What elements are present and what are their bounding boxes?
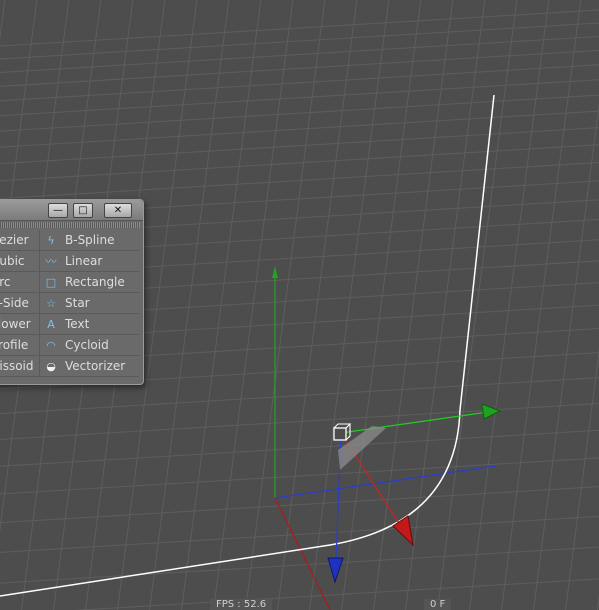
tool-text[interactable]: A Text	[40, 314, 139, 334]
palette-row: Flower A Text	[0, 314, 139, 335]
tool-profile[interactable]: Profile	[0, 335, 40, 355]
palette-row: Cubic 〰 Linear	[0, 251, 139, 272]
tool-label: Bezier	[0, 233, 29, 247]
rectangle-icon: □	[45, 275, 57, 289]
linear-icon: 〰	[45, 254, 57, 268]
spline-tool-grid: Bezier ϟ B-Spline Cubic 〰 Linear Arc □ Rectangle…	[0, 230, 139, 377]
tool-vectorizer[interactable]: ◒ Vectorizer	[40, 356, 139, 376]
text-icon: A	[47, 317, 55, 331]
tool-label: Star	[65, 296, 90, 310]
grid-line	[0, 429, 599, 467]
fps-readout: FPS : 52.6	[210, 599, 273, 610]
tool-b-spline[interactable]: ϟ B-Spline	[40, 230, 139, 250]
tool-cissoid[interactable]: Cissoid	[0, 356, 40, 376]
frame-readout: 0 F	[424, 599, 452, 610]
grid-line	[0, 49, 599, 87]
gizmo-y-arrow[interactable]	[327, 557, 344, 584]
world-y-axis-arrow	[272, 266, 278, 278]
palette-row: Bezier ϟ B-Spline	[0, 230, 139, 251]
star-icon: ☆	[46, 296, 56, 310]
spline-palette[interactable]: — □ ✕ Bezier ϟ B-Spline Cubic 〰 Linear Arc □ Rec…	[0, 199, 144, 385]
tool-label: n-Side	[0, 296, 29, 310]
tool-label: B-Spline	[65, 233, 115, 247]
palette-row: n-Side ☆ Star	[0, 293, 139, 314]
tool-label: Cissoid	[0, 359, 34, 373]
cycloid-icon: ◠	[46, 338, 56, 352]
tool-label: Arc	[0, 275, 11, 289]
tool-label: Linear	[65, 254, 103, 268]
tool-flower[interactable]: Flower	[0, 314, 40, 334]
tool-label: Rectangle	[65, 275, 125, 289]
palette-row: Cissoid ◒ Vectorizer	[0, 356, 139, 377]
gizmo-x-arrow[interactable]	[481, 403, 502, 420]
grid-line	[0, 94, 599, 132]
tool-label: Cycloid	[65, 338, 109, 352]
tool-arc[interactable]: Arc	[0, 272, 40, 292]
grid-line	[72, 578, 599, 610]
tool-star[interactable]: ☆ Star	[40, 293, 139, 313]
tool-cubic[interactable]: Cubic	[0, 251, 40, 271]
grid-line	[0, 144, 599, 182]
grid-line	[0, 546, 599, 584]
grid-line	[0, 457, 599, 495]
close-button[interactable]: ✕	[104, 203, 132, 218]
tool-bezier[interactable]: Bezier	[0, 230, 40, 250]
tool-label: Vectorizer	[65, 359, 126, 373]
palette-row: Arc □ Rectangle	[0, 272, 139, 293]
grid-line	[0, 35, 599, 73]
tool-linear[interactable]: 〰 Linear	[40, 251, 139, 271]
tool-label: Cubic	[0, 254, 25, 268]
grid-line	[0, 110, 599, 148]
tool-label: Profile	[0, 338, 29, 352]
tool-label: Flower	[0, 317, 31, 331]
tool-n-side[interactable]: n-Side	[0, 293, 40, 313]
tool-cycloid[interactable]: ◠ Cycloid	[40, 335, 139, 355]
tool-label: Text	[65, 317, 90, 331]
palette-row: Profile ◠ Cycloid	[0, 335, 139, 356]
tool-rectangle[interactable]: □ Rectangle	[40, 272, 139, 292]
maximize-button[interactable]: □	[73, 203, 93, 218]
palette-titlebar[interactable]: — □ ✕	[0, 200, 143, 221]
vectorizer-icon: ◒	[46, 359, 56, 373]
grid-line	[0, 403, 599, 441]
grid-line	[0, 127, 599, 165]
minimize-button[interactable]: —	[48, 203, 68, 218]
gizmo-z-arrow[interactable]	[392, 515, 414, 547]
palette-drag-grip[interactable]	[0, 222, 140, 228]
grid-line	[0, 486, 599, 524]
gizmo-x-axis[interactable]	[340, 411, 489, 434]
bspline-icon: ϟ	[47, 233, 55, 247]
